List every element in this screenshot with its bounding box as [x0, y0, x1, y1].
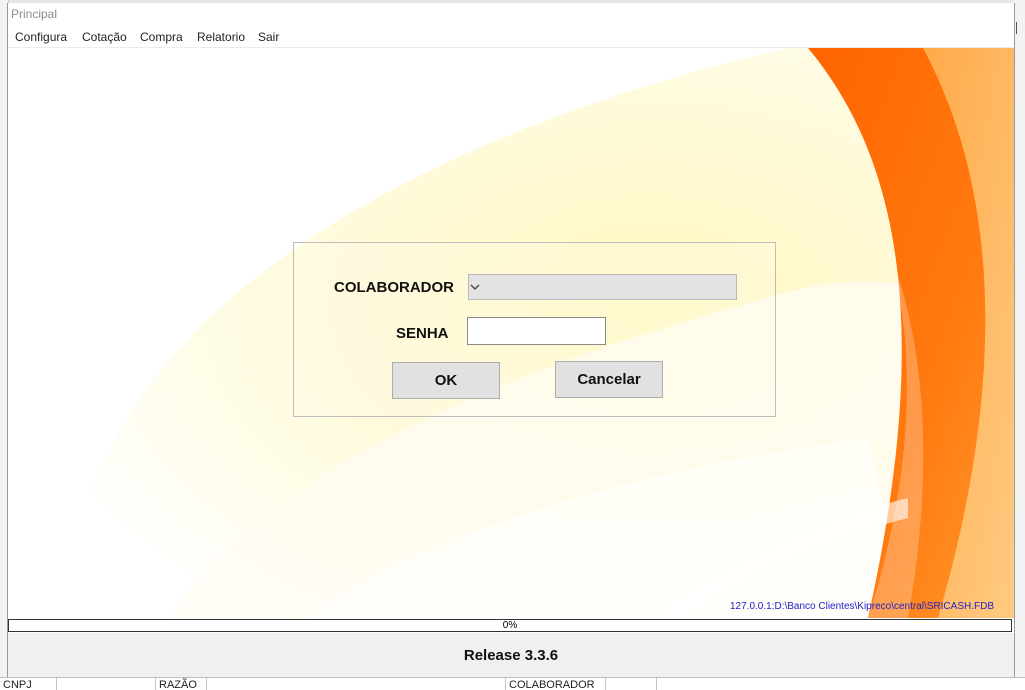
login-panel: COLABORADOR SENHA OK Cancelar	[293, 242, 776, 417]
cancel-button-label: Cancelar	[577, 371, 641, 388]
background-table-header: CNPJ RAZÃO COLABORADOR	[0, 677, 1025, 690]
menu-configura[interactable]: Configura	[15, 30, 67, 44]
background-app-scroll-mark	[1016, 22, 1021, 34]
colaborador-label: COLABORADOR	[334, 279, 454, 296]
column-header-blank-4	[656, 678, 1020, 690]
menu-relatorio[interactable]: Relatorio	[197, 30, 245, 44]
database-path: 127.0.0.1:D:\Banco Clientes\Kipreco\cent…	[729, 601, 994, 612]
principal-window: Principal Configura Cotação Compra Relat…	[7, 3, 1015, 678]
ok-button[interactable]: OK	[392, 362, 500, 399]
column-header-razao: RAZÃO	[155, 678, 204, 690]
menu-sair[interactable]: Sair	[258, 30, 279, 44]
release-label: Release 3.3.6	[8, 633, 1014, 677]
title-bar: Principal	[8, 3, 1014, 27]
progress-bar: 0%	[8, 619, 1012, 632]
window-title: Principal	[11, 7, 58, 21]
column-header-blank-2	[206, 678, 505, 690]
ok-button-label: OK	[434, 372, 458, 389]
chevron-down-icon	[470, 284, 480, 290]
menu-bar: Configura Cotação Compra Relatorio Sair	[8, 27, 1014, 48]
menu-cotacao[interactable]: Cotação	[82, 30, 127, 44]
senha-input[interactable]	[467, 317, 606, 345]
column-header-cnpj: CNPJ	[3, 679, 32, 690]
senha-label: SENHA	[396, 325, 449, 342]
splash-background: COLABORADOR SENHA OK Cancelar 127.0.0.1:…	[8, 48, 1014, 618]
cancel-button[interactable]: Cancelar	[555, 361, 663, 398]
column-header-blank	[56, 678, 150, 690]
column-header-blank-3	[605, 678, 659, 690]
progress-text: 0%	[502, 620, 518, 631]
column-header-colaborador: COLABORADOR	[505, 678, 604, 690]
colaborador-select[interactable]	[468, 274, 737, 300]
menu-compra[interactable]: Compra	[140, 30, 183, 44]
